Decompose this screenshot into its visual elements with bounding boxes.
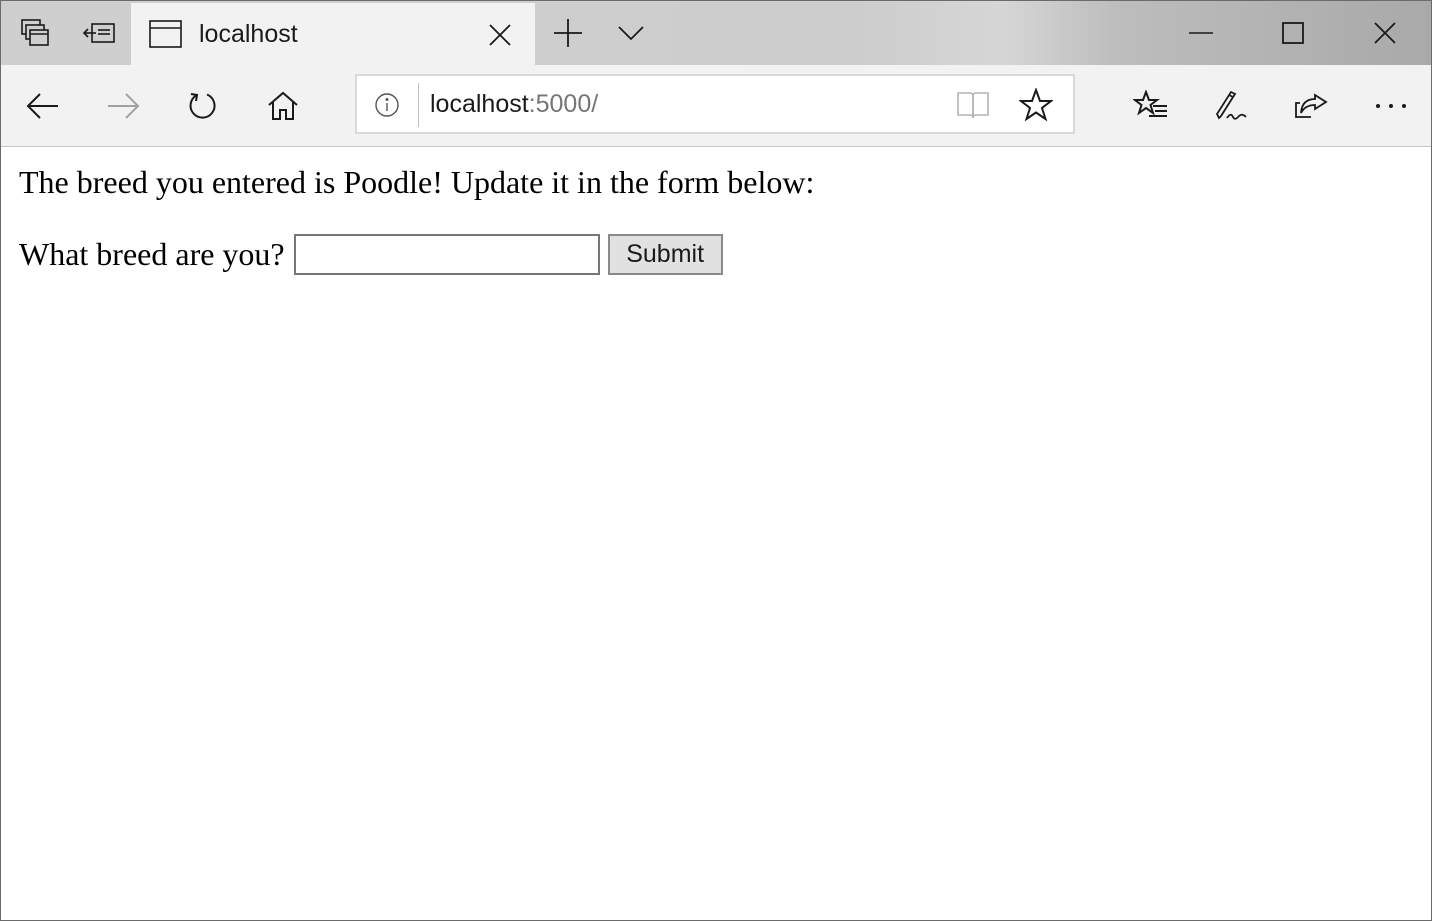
add-favorite-button[interactable]: [1017, 86, 1055, 124]
minimize-icon: [1189, 31, 1213, 35]
page-content: The breed you entered is Poodle! Update …: [1, 147, 1431, 920]
page-icon: [149, 20, 183, 48]
plus-icon: [553, 18, 583, 48]
reading-view-button[interactable]: [955, 88, 991, 122]
url-host: localhost: [430, 90, 529, 118]
refresh-icon: [187, 90, 219, 122]
back-button[interactable]: [11, 65, 75, 146]
more-icon: [1375, 103, 1407, 109]
web-note-button[interactable]: [1199, 65, 1263, 146]
tabs-aside-button[interactable]: [3, 1, 67, 65]
pen-icon: [1213, 88, 1249, 124]
back-arrow-icon: [26, 92, 60, 120]
close-icon: [1374, 22, 1396, 44]
minimize-button[interactable]: [1155, 1, 1247, 65]
home-icon: [267, 91, 299, 121]
submit-button[interactable]: Submit: [607, 233, 723, 275]
chevron-down-icon: [617, 24, 645, 42]
refresh-button[interactable]: [171, 65, 235, 146]
address-bar[interactable]: localhost:5000/: [355, 74, 1075, 134]
breed-form: What breed are you? Submit: [19, 233, 723, 275]
show-tabs-aside-button[interactable]: [67, 1, 131, 65]
book-icon: [956, 90, 990, 120]
maximize-button[interactable]: [1247, 1, 1339, 65]
url-text[interactable]: localhost:5000/: [430, 88, 598, 120]
close-window-button[interactable]: [1339, 1, 1431, 65]
close-icon: [488, 23, 512, 47]
forward-arrow-icon: [106, 92, 140, 120]
tab-localhost[interactable]: localhost: [131, 3, 535, 65]
more-button[interactable]: [1359, 65, 1423, 146]
info-icon[interactable]: [375, 93, 399, 117]
new-tab-button[interactable]: [536, 1, 600, 65]
tabs-aside-icon: [20, 18, 50, 48]
star-icon: [1019, 88, 1053, 122]
close-tab-button[interactable]: [485, 20, 515, 50]
browser-window: localhost localhost:5000/ The breed you …: [0, 0, 1432, 921]
share-button[interactable]: [1279, 65, 1343, 146]
home-button[interactable]: [251, 65, 315, 146]
breed-input[interactable]: [293, 233, 600, 275]
title-bar: localhost: [1, 1, 1431, 65]
tab-title: localhost: [199, 20, 298, 48]
address-separator: [418, 83, 419, 127]
show-tabs-aside-icon: [82, 20, 116, 46]
maximize-icon: [1282, 22, 1304, 44]
favorites-button[interactable]: [1119, 65, 1183, 146]
favorites-list-icon: [1133, 89, 1169, 122]
breed-message: The breed you entered is Poodle! Update …: [19, 164, 815, 200]
navigation-toolbar: localhost:5000/: [1, 65, 1431, 147]
url-port-path: :5000/: [528, 90, 599, 118]
tab-list-button[interactable]: [599, 1, 663, 65]
forward-button[interactable]: [91, 65, 155, 146]
share-icon: [1293, 91, 1329, 121]
breed-label: What breed are you?: [19, 236, 285, 272]
